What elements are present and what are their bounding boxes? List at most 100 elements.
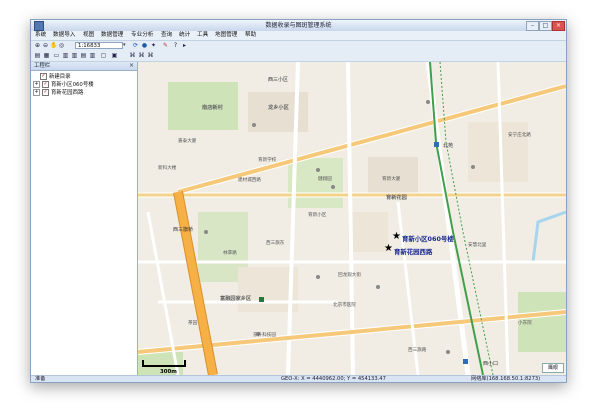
marker-star-icon[interactable]: ★ [392, 232, 401, 242]
print-icon[interactable]: ▣ [111, 52, 118, 59]
zoom-in-icon[interactable]: ⊕ [34, 42, 41, 49]
panel-close-icon[interactable]: × [129, 62, 134, 70]
map-label-hospital: 北京市医院 [333, 303, 356, 308]
menu-help[interactable]: 帮助 [245, 31, 256, 40]
map-label-xisanqi-bridge: 西三旗桥 [173, 227, 194, 233]
poi-dot [331, 185, 335, 189]
grid4-icon[interactable]: ▥ [89, 52, 96, 59]
grid3-icon[interactable]: ▤ [80, 52, 87, 59]
grid-icon[interactable]: ▥ [62, 52, 69, 59]
maximize-button[interactable]: □ [539, 21, 552, 31]
status-bar: 准备 GEO-X: X = 4440962.00; Y = 454133.47 … [31, 375, 566, 382]
scale-bar [142, 360, 186, 367]
map-label-yuxin-garden: 育新花园 [386, 195, 407, 201]
block [468, 122, 528, 182]
tree-checkbox[interactable]: ✓ [40, 73, 47, 80]
status-left: 准备 [35, 376, 46, 382]
status-coords: GEO-X: X = 4440962.00; Y = 454133.47 [281, 376, 386, 382]
tree-item-new-folder[interactable]: ✓ 新建目录 [40, 73, 71, 80]
expand-icon[interactable]: + [33, 81, 40, 88]
status-network: 网络库(168.168.50.1:8273) [471, 376, 541, 382]
menu-tools[interactable]: 工具 [197, 31, 208, 40]
project-panel: 工程栏 × ✓ 新建目录 + ✓ 育新小区060号楼 + ✓ 育新花园西路 [31, 62, 138, 375]
map-view[interactable]: 南店新村 龙乡小区 育新花园 西三旗桥 富融园家乡区 西三小区 健翔园 育新大厦… [138, 62, 566, 375]
panel-title: 工程栏 [34, 63, 51, 69]
marker-label-road[interactable]: 育新花园西路 [394, 247, 432, 256]
marker-label-building[interactable]: 育新小区060号楼 [402, 234, 454, 243]
map-label-xisanqi-west: 西三小区 [268, 77, 289, 83]
overview-button[interactable]: 鹰眼 [542, 363, 564, 373]
tree-item-label: 育新花园西路 [51, 90, 84, 96]
block [248, 92, 308, 132]
map-label-chayuan: 茶园 [188, 321, 198, 326]
refresh-icon[interactable]: ⟳ [132, 42, 139, 49]
poi-dot [316, 275, 320, 279]
panel-header: 工程栏 × [31, 62, 137, 71]
tree-checkbox[interactable]: ✓ [42, 81, 49, 88]
binocular2-icon[interactable]: ⌘ [138, 52, 145, 59]
scale-input[interactable]: 1:16833 [75, 42, 123, 49]
poi-dot [471, 165, 475, 169]
map-label-nankou: 南店新村 [202, 105, 223, 111]
subway-icon [434, 142, 439, 147]
poi-dot [426, 100, 430, 104]
menu-system[interactable]: 系统 [35, 31, 46, 40]
map-label-xiaokou: 西小口 [483, 361, 499, 367]
menu-view[interactable]: 视图 [83, 31, 94, 40]
map-label-beiyuan: 北苑 [443, 143, 454, 149]
map-label-xisanqi-road: 西三旗路 [408, 348, 427, 353]
map-label-anhui: 安慧北里 [468, 243, 487, 248]
binocular-icon[interactable]: ⌘ [129, 52, 136, 59]
grid2-icon[interactable]: ▥ [71, 52, 78, 59]
globe-icon[interactable]: ● [141, 42, 148, 49]
map-label-xinke: 新科大楼 [158, 166, 177, 171]
info-icon[interactable]: ▸ [181, 42, 188, 49]
poi-dot [316, 168, 320, 172]
full-extent-icon[interactable]: ◎ [58, 42, 65, 49]
map-label-xiaodong: 小东院 [518, 321, 532, 326]
title-bar: 数据收录与图斑管理系统 – □ × [31, 20, 566, 31]
clear-icon[interactable]: ▢ [100, 52, 107, 59]
poi-dot [252, 123, 256, 127]
measure-icon[interactable]: ✎ [162, 42, 169, 49]
menu-analysis[interactable]: 专业分析 [131, 31, 153, 40]
table-icon[interactable]: ▦ [43, 52, 50, 59]
block [348, 212, 388, 252]
menu-data-import[interactable]: 数据导入 [53, 31, 75, 40]
pan-hand-icon[interactable]: ✋ [50, 42, 57, 49]
zoom-out-icon[interactable]: ⊖ [42, 42, 49, 49]
select-icon[interactable]: ▭ [53, 52, 60, 59]
binocular3-icon[interactable]: ⌘ [147, 52, 154, 59]
menu-stats[interactable]: 统计 [179, 31, 190, 40]
marker-star-icon[interactable]: ★ [384, 244, 393, 254]
window-title: 数据收录与图斑管理系统 [265, 22, 332, 29]
help-icon[interactable]: ? [172, 42, 179, 49]
poi-dot [204, 230, 208, 234]
map-label-jianxiang-road: 建材城西路 [238, 178, 261, 183]
expand-icon[interactable]: + [33, 89, 40, 96]
map-label-yuxin-park: 育新小区 [308, 213, 327, 218]
poi-dot [446, 350, 450, 354]
menu-query[interactable]: 查询 [161, 31, 172, 40]
map-label-yuxin-school: 育新学校 [258, 158, 277, 163]
app-window: 数据收录与图斑管理系统 – □ × 系统 数据导入 视图 数据管理 专业分析 查… [30, 19, 567, 383]
map-label-jiankang: 健翔园 [318, 177, 332, 182]
subway-icon [463, 359, 468, 364]
tree-item-building[interactable]: + ✓ 育新小区060号楼 [33, 81, 94, 88]
scale-dropdown-icon[interactable]: ▾ [123, 42, 128, 49]
layer-icon[interactable]: ▤ [34, 52, 41, 59]
close-button[interactable]: × [552, 21, 565, 31]
map-label-yuxin-daxi: 育新大厦 [382, 177, 401, 182]
toolbar-secondary: ▤ ▦ ▭ ▥ ▥ ▤ ▥ ▢ ▣ ⌘ ⌘ ⌘ [31, 51, 566, 62]
map-label-bus: 西三旗东 [266, 241, 285, 246]
map-label-fuluyuan: 富融园家乡区 [220, 296, 252, 302]
tree-checkbox[interactable]: ✓ [42, 89, 49, 96]
minimize-button[interactable]: – [526, 21, 539, 31]
map-label-longxiang: 龙乡小区 [268, 105, 289, 111]
tree-item-road[interactable]: + ✓ 育新花园西路 [33, 89, 83, 96]
menu-bar: 系统 数据导入 视图 数据管理 专业分析 查询 统计 工具 地图管理 帮助 [31, 31, 566, 41]
menu-map-manage[interactable]: 地图管理 [215, 31, 237, 40]
bus-icon [259, 297, 264, 302]
menu-data-manage[interactable]: 数据管理 [101, 31, 123, 40]
identify-icon[interactable]: ✦ [150, 42, 157, 49]
